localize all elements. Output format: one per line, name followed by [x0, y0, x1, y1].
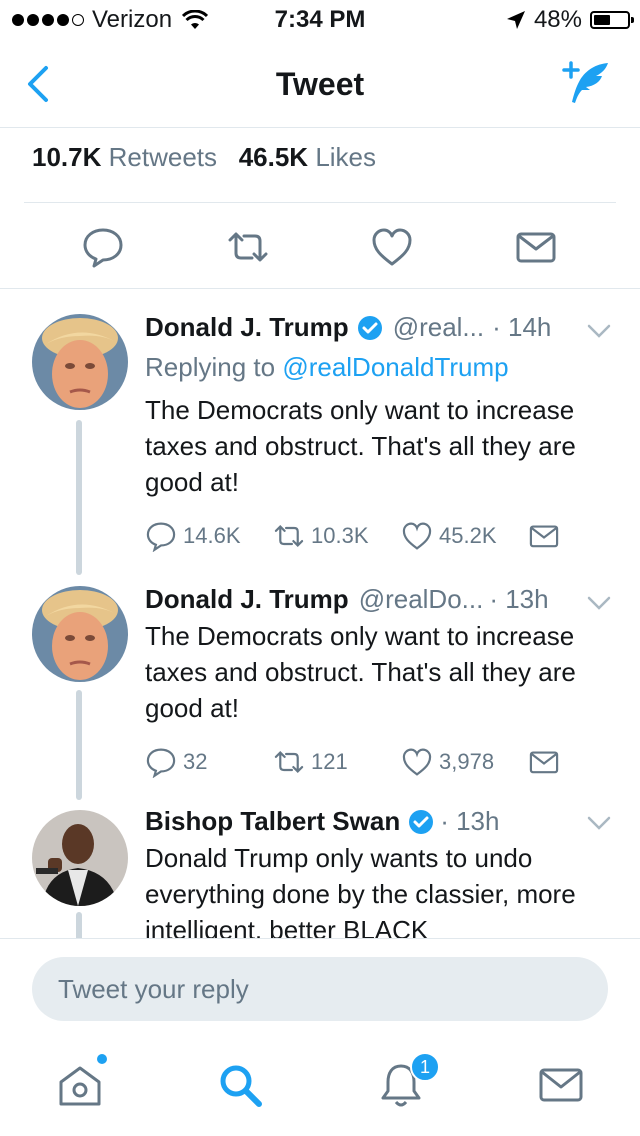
- avatar[interactable]: [32, 314, 128, 410]
- tweet-time: · 13h: [440, 806, 500, 836]
- verified-badge-icon: [357, 315, 382, 340]
- replying-to: Replying to @realDonaldTrump: [145, 352, 509, 383]
- retweets-label[interactable]: Retweets: [109, 142, 217, 172]
- reply-count: 32: [183, 749, 208, 774]
- reply-count: 14.6K: [183, 523, 241, 548]
- tweet-header: Donald J. Trump @realDo... · 13h: [145, 584, 549, 615]
- search-icon: [220, 1065, 262, 1107]
- chevron-down-icon[interactable]: [586, 322, 612, 340]
- retweet-icon: [274, 525, 304, 547]
- retweet-count: 10.3K: [311, 523, 369, 548]
- chevron-down-icon[interactable]: [586, 594, 612, 612]
- like-count: 45.2K: [439, 523, 497, 548]
- tweet-text: The Democrats only want to increase taxe…: [145, 621, 576, 723]
- tab-messages[interactable]: [536, 1060, 586, 1110]
- location-arrow-icon: [506, 11, 525, 29]
- replying-mention-link[interactable]: @realDonaldTrump: [282, 352, 508, 382]
- display-name[interactable]: Donald J. Trump: [145, 584, 349, 615]
- like-action[interactable]: 45.2K: [401, 520, 497, 552]
- nav-bar: Tweet: [0, 40, 640, 128]
- verified-badge-icon: [409, 809, 434, 834]
- reply-action[interactable]: 32: [145, 746, 207, 778]
- reply-input[interactable]: Tweet your reply: [32, 957, 608, 1021]
- reply-icon: [146, 748, 176, 778]
- retweet-action[interactable]: 10.3K: [273, 520, 369, 552]
- like-action[interactable]: 3,978: [401, 746, 494, 778]
- tweet-stats: 10.7K Retweets 46.5K Likes: [32, 142, 376, 173]
- retweet-icon[interactable]: [226, 225, 270, 269]
- dm-action[interactable]: [528, 520, 560, 552]
- new-content-dot: [97, 1054, 107, 1064]
- mail-icon: [539, 1068, 583, 1102]
- home-icon: [59, 1066, 101, 1106]
- display-name[interactable]: Donald J. Trump: [145, 312, 349, 343]
- tweet-time: · 14h: [492, 312, 552, 342]
- status-bar: Verizon 7:34 PM 48%: [0, 0, 640, 40]
- thread-line: [76, 420, 82, 575]
- direct-message-icon: [529, 751, 559, 774]
- replying-prefix: Replying to: [145, 352, 276, 382]
- reply-icon[interactable]: [81, 225, 125, 269]
- tweet-actions-bar: [0, 203, 640, 289]
- page-title: Tweet: [275, 66, 365, 102]
- thread-line: [76, 912, 82, 938]
- reply-icon: [146, 522, 176, 552]
- reply-action[interactable]: 14.6K: [145, 520, 241, 552]
- like-count: 3,978: [439, 749, 495, 774]
- battery-percent: 48%: [533, 6, 582, 33]
- avatar[interactable]: [32, 586, 128, 682]
- reply-bar: Tweet your reply: [0, 938, 640, 1038]
- likes-label[interactable]: Likes: [315, 142, 376, 172]
- likes-count[interactable]: 46.5K: [239, 142, 308, 172]
- battery-icon: [590, 11, 634, 29]
- like-heart-icon: [402, 522, 432, 550]
- compose-tweet-icon[interactable]: [556, 60, 612, 106]
- retweet-count: 121: [311, 749, 348, 774]
- reply-tweet[interactable]: Donald J. Trump @realDo... · 13h The Dem…: [0, 570, 640, 800]
- display-name[interactable]: Bishop Talbert Swan: [145, 806, 400, 837]
- tweet-text: The Democrats only want to increase taxe…: [145, 395, 576, 497]
- reply-tweet[interactable]: Donald J. Trump @real... · 14h Replying …: [0, 290, 640, 575]
- user-handle[interactable]: @real...: [393, 312, 484, 343]
- tab-notifications[interactable]: 1: [376, 1052, 440, 1110]
- reply-tweet[interactable]: Bishop Talbert Swan · 13h Donald Trump o…: [0, 800, 640, 938]
- dm-action[interactable]: [528, 746, 560, 778]
- direct-message-icon: [529, 525, 559, 548]
- tweet-header: Donald J. Trump @real... · 14h: [145, 312, 551, 343]
- status-right: 48%: [506, 6, 634, 34]
- retweet-action[interactable]: 121: [273, 746, 348, 778]
- retweet-icon: [274, 751, 304, 773]
- like-heart-icon: [402, 748, 432, 776]
- notification-badge: 1: [410, 1052, 440, 1082]
- tab-search[interactable]: [215, 1060, 265, 1110]
- like-heart-icon[interactable]: [370, 225, 414, 269]
- tab-home[interactable]: [55, 1054, 107, 1110]
- tweet-time: · 13h: [489, 584, 549, 614]
- tab-bar: 1: [0, 1038, 640, 1136]
- tweet-header: Bishop Talbert Swan · 13h: [145, 806, 499, 837]
- tweet-text: Donald Trump only wants to undo everythi…: [145, 843, 576, 938]
- avatar[interactable]: [32, 810, 128, 906]
- retweets-count[interactable]: 10.7K: [32, 142, 101, 172]
- user-handle[interactable]: @realDo...: [359, 584, 484, 615]
- chevron-down-icon[interactable]: [586, 814, 612, 832]
- direct-message-icon[interactable]: [514, 225, 558, 269]
- thread-line: [76, 690, 82, 800]
